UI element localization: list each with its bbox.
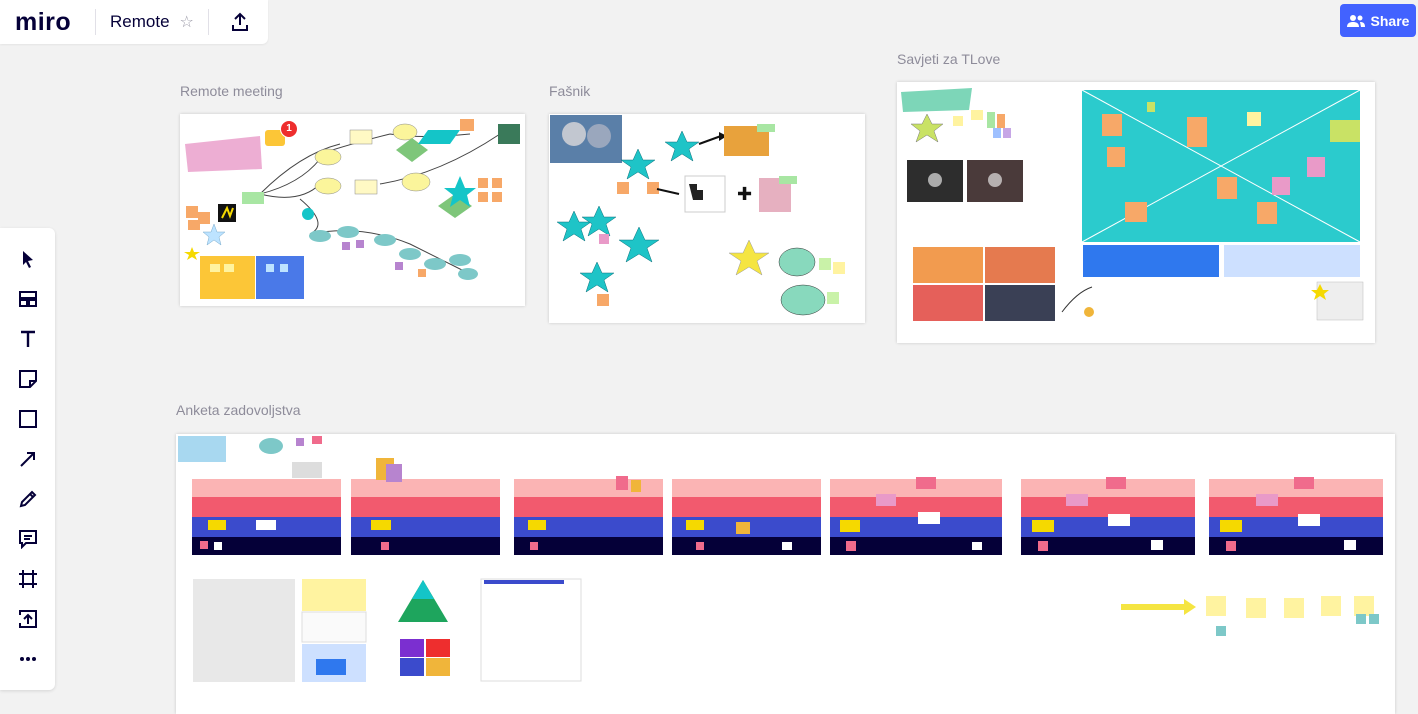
star-icon[interactable]: ☆ [180, 12, 194, 32]
anketa-content [178, 436, 1383, 682]
frame-remote-meeting[interactable]: 1 [180, 114, 525, 306]
left-toolbar [0, 228, 55, 690]
upload-tool-icon[interactable] [12, 603, 44, 635]
text-tool-icon[interactable] [12, 323, 44, 355]
frame-title-anketa[interactable]: Anketa zadovoljstva [176, 402, 301, 418]
export-icon[interactable] [227, 9, 253, 35]
frame-anketa[interactable] [176, 434, 1395, 714]
select-tool-icon[interactable] [12, 243, 44, 275]
pen-tool-icon[interactable] [12, 483, 44, 515]
remote-meeting-content [184, 119, 520, 299]
comment-tool-icon[interactable] [12, 523, 44, 555]
fasnik-content: ✚ [550, 115, 845, 316]
savjeti-content [901, 88, 1364, 321]
frame-tool-icon[interactable] [12, 563, 44, 595]
share-label: Share [1370, 12, 1410, 29]
frame-title-savjeti[interactable]: Savjeti za TLove [897, 51, 1000, 67]
board-title[interactable]: Remote [110, 12, 170, 32]
frame-title-fasnik[interactable]: Fašnik [549, 83, 590, 99]
users-icon [1346, 14, 1365, 27]
header-divider [207, 9, 209, 35]
templates-tool-icon[interactable] [12, 283, 44, 315]
svg-text:✚: ✚ [737, 184, 752, 204]
miro-logo[interactable]: miro [0, 8, 81, 37]
header-divider [95, 9, 96, 35]
frame-savjeti[interactable] [897, 82, 1375, 343]
frame-title-remote-meeting[interactable]: Remote meeting [180, 83, 283, 99]
frame-fasnik[interactable]: ✚ [549, 114, 865, 323]
notification-badge[interactable]: 1 [280, 120, 298, 138]
board-header: miro Remote ☆ [0, 0, 268, 44]
more-tools-icon[interactable] [12, 643, 44, 675]
arrow-tool-icon[interactable] [12, 443, 44, 475]
share-button[interactable]: Share [1340, 4, 1416, 37]
sticky-note-tool-icon[interactable] [12, 363, 44, 395]
shape-tool-icon[interactable] [12, 403, 44, 435]
